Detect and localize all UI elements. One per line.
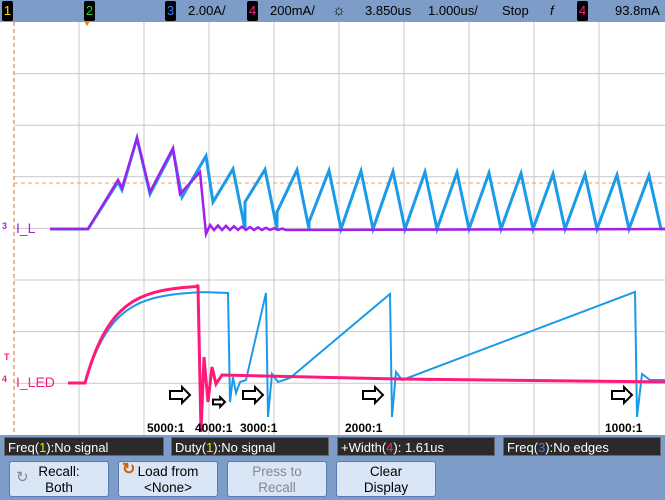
channel-4-indicator[interactable]: 4	[247, 1, 258, 21]
time-delay: 3.850us	[365, 3, 412, 18]
measurement-width-4: +Width(4): 1.61us	[337, 437, 495, 456]
run-state: Stop	[502, 3, 529, 18]
channel-2-indicator[interactable]: 2	[84, 1, 95, 21]
reload-icon: ↻	[122, 461, 136, 478]
channel-3-indicator[interactable]: 3	[165, 1, 176, 21]
measurement-freq-3: Freq(3):No edges	[503, 437, 661, 456]
trigger-level: 93.8mA	[615, 3, 660, 18]
clear-display-button[interactable]: Clear Display	[336, 461, 436, 497]
channel-1-indicator[interactable]: 1	[2, 1, 13, 21]
annotation-label: 2000:1	[345, 421, 383, 435]
annotation-label: 3000:1	[240, 421, 278, 435]
time-scale: 1.000us/	[428, 3, 478, 18]
arrow-right-icon	[212, 394, 227, 410]
channel-3-label: I_L	[16, 220, 36, 236]
annotation-label: 4000:1	[195, 421, 233, 435]
sun-icon: ☼	[332, 2, 346, 19]
channel-3-ground-marker: 3	[2, 221, 8, 231]
trigger-level-marker: T	[4, 352, 10, 362]
annotation-label: 1000:1	[605, 421, 643, 435]
iled-pink-trace	[68, 283, 665, 433]
measurement-freq-1: Freq(1):No signal	[4, 437, 164, 456]
channel-4-label: I_LED	[16, 374, 55, 390]
trigger-source-indicator: 4	[577, 1, 588, 21]
channel-3-scale: 2.00A/	[188, 3, 226, 18]
channel-4-scale: 200mA/	[270, 3, 315, 18]
falling-edge-icon: f	[550, 3, 554, 18]
load-from-button[interactable]: ↻ Load from <None>	[118, 461, 218, 497]
arrow-right-icon	[611, 384, 634, 406]
arrow-right-icon	[362, 384, 385, 406]
channel-4-ground-marker: 4	[2, 374, 8, 384]
press-to-recall-button[interactable]: Press to Recall	[227, 461, 327, 497]
waveform-plot	[13, 21, 665, 435]
annotation-label: 5000:1	[147, 421, 185, 435]
undo-icon: ↻	[16, 469, 29, 486]
recall-both-button[interactable]: ↻ Recall: Both	[9, 461, 109, 497]
measurement-duty-1: Duty(1):No signal	[171, 437, 329, 456]
arrow-right-icon	[169, 384, 192, 406]
waveform-display: 3 I_L 4 T I_LED 5000:1 4000:1 3000:1 200…	[0, 21, 665, 435]
status-bar: 1 2 3 2.00A/ 4 200mA/ ☼ 3.850us 1.000us/…	[0, 0, 665, 22]
measurement-bar: Freq(1):No signal Duty(1):No signal +Wid…	[0, 435, 665, 500]
arrow-right-icon	[242, 384, 265, 406]
il-purple-trace	[50, 133, 665, 239]
trigger-time-marker	[84, 21, 90, 26]
